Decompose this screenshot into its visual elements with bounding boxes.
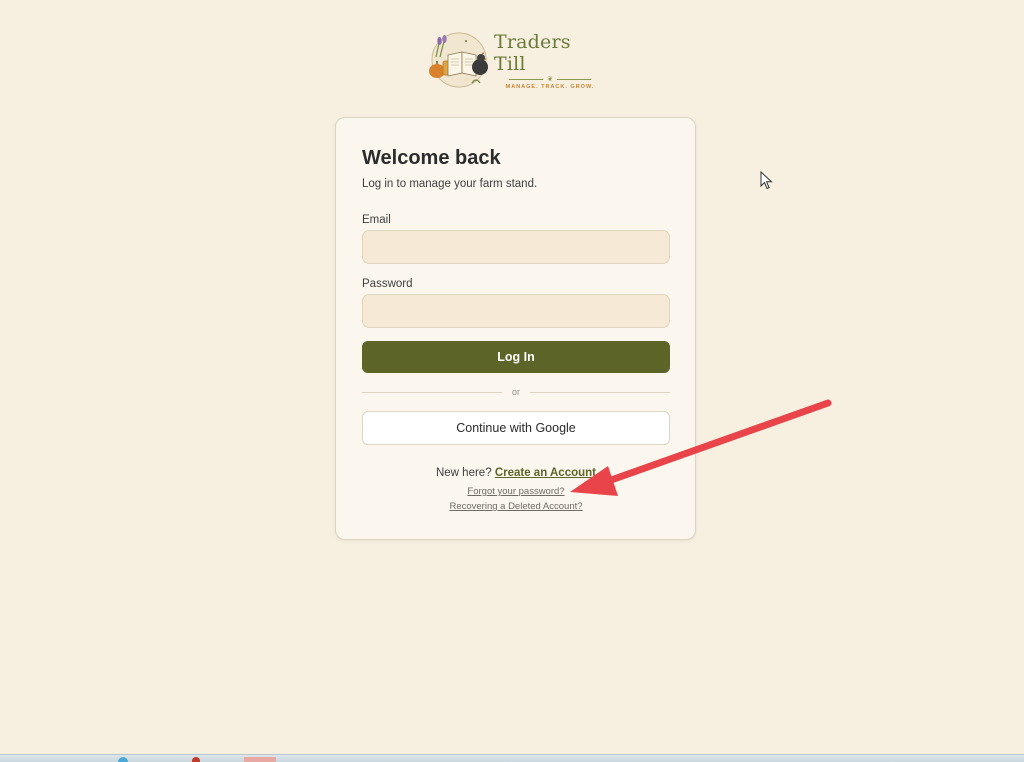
brand-divider: ❦: [509, 76, 591, 83]
new-here-text: New here?: [435, 467, 492, 479]
email-label: Email: [362, 214, 391, 226]
farm-stand-emblem-icon: [429, 32, 488, 88]
taskbar-app-icon[interactable]: [118, 757, 128, 762]
os-taskbar: [0, 754, 1024, 762]
page-title: Welcome back: [362, 147, 501, 169]
taskbar-app-icon[interactable]: [244, 757, 276, 762]
page-subtitle: Log in to manage your farm stand.: [362, 178, 538, 190]
mouse-pointer-icon: [760, 171, 773, 190]
recover-account-link[interactable]: Recovering a Deleted Account?: [362, 501, 670, 512]
brand-logo: Traders Till ❦ MANAGE. TRACK. GROW.: [426, 30, 606, 90]
annotation-arrow-icon: [570, 399, 832, 496]
or-text: or: [512, 387, 521, 397]
brand-name: Traders Till: [494, 30, 571, 75]
taskbar-app-icon[interactable]: [192, 757, 200, 762]
login-button[interactable]: Log In: [362, 341, 670, 373]
brand-tagline: MANAGE. TRACK. GROW.: [505, 83, 595, 90]
password-field[interactable]: [362, 294, 670, 328]
password-label: Password: [362, 278, 413, 290]
email-field[interactable]: [362, 230, 670, 264]
